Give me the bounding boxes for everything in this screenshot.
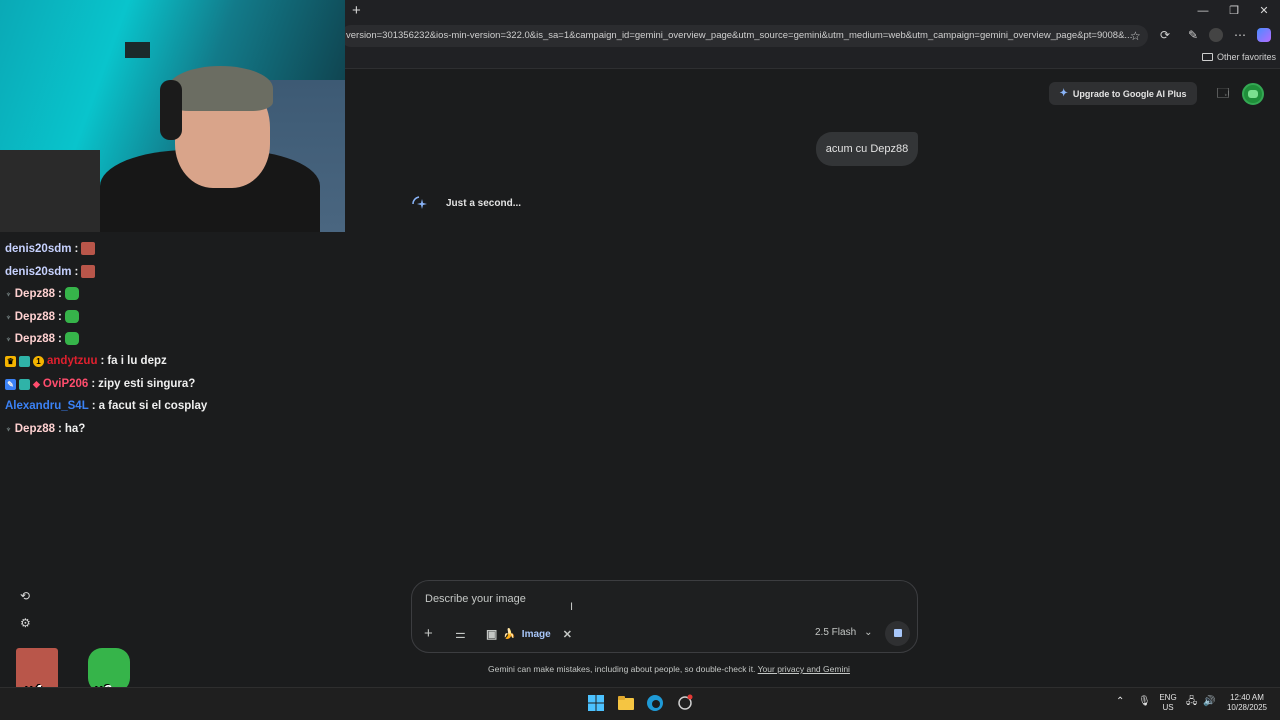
history-icon[interactable]: ⟲: [20, 589, 30, 603]
network-icon[interactable]: 🖧: [1186, 697, 1197, 707]
minimize-button[interactable]: —: [1193, 3, 1213, 19]
chat-username: Depz88: [14, 310, 56, 323]
refresh-icon[interactable]: ⟳: [1158, 28, 1172, 42]
gift-icon[interactable]: 🗔: [1216, 86, 1230, 100]
chat-username: Alexandru_S4L: [5, 400, 89, 412]
remove-chip-icon[interactable]: ✕: [563, 628, 572, 641]
sub-badge-icon: [19, 378, 30, 390]
avatar[interactable]: [1242, 83, 1264, 105]
chat-text: ha?: [64, 423, 86, 435]
text-cursor-icon: I: [570, 601, 574, 613]
number-badge-icon: 1: [33, 355, 44, 367]
extensions-icon[interactable]: ✎: [1186, 28, 1200, 42]
taskbar: [0, 687, 1280, 720]
favorite-star-icon[interactable]: ☆: [1130, 29, 1141, 43]
gemini-loading-icon: [412, 196, 427, 209]
chat-message: ♆ Depz88: ha?: [5, 423, 86, 435]
heart-badge-icon: ◆: [33, 378, 40, 389]
language-label: ENG: [1159, 693, 1177, 702]
screen: + — ❐ ✕ version=301356232&ios-min-versio…: [0, 0, 1280, 720]
add-icon[interactable]: +: [424, 626, 433, 642]
folder-icon: [1202, 53, 1213, 61]
windows-start-icon[interactable]: [587, 694, 605, 712]
edge-browser-icon[interactable]: [646, 694, 664, 712]
badge-icon: ♆: [5, 288, 12, 299]
upgrade-label: Upgrade to Google AI Plus: [1072, 88, 1187, 99]
chat-username: denis20sdm: [5, 265, 72, 278]
profile-icon[interactable]: [1209, 28, 1223, 42]
chat-message: denis20sdm:: [5, 265, 96, 278]
cam-person-cap: [168, 66, 273, 111]
app-gear-icon[interactable]: [676, 694, 694, 712]
chat-username: Depz88: [14, 287, 56, 300]
new-tab-button[interactable]: +: [352, 2, 361, 19]
user-message: acum cu Depz88: [816, 132, 918, 166]
sub-badge-icon: [19, 355, 30, 367]
badge-icon: ♆: [5, 311, 12, 322]
time-label: 12:40 AM: [1230, 693, 1264, 702]
sword-badge-icon: ✎: [5, 378, 16, 390]
settings-icon[interactable]: ⚙: [20, 616, 31, 630]
image-tool-icon: ▣: [486, 627, 498, 641]
emote-icon: [64, 332, 79, 345]
chat-text: a facut si el cosplay: [98, 400, 208, 412]
file-explorer-icon[interactable]: [617, 694, 635, 712]
copilot-icon[interactable]: [1257, 28, 1271, 42]
banana-icon: 🍌: [503, 628, 516, 640]
chat-message: ✎ ◆ OviP206: zipy esti singura?: [5, 378, 195, 390]
url-field[interactable]: version=301356232&ios-min-version=322.0&…: [340, 25, 1148, 47]
sparkle-icon: ✦: [1059, 88, 1068, 99]
image-tool-chip[interactable]: ▣ 🍌 Image ✕: [486, 625, 572, 643]
tray-chevron-icon[interactable]: ⌃: [1116, 697, 1124, 707]
prompt-input[interactable]: Describe your image: [425, 593, 526, 605]
more-menu-icon[interactable]: ⋯: [1233, 28, 1247, 42]
badge-icon: ♆: [5, 424, 12, 434]
crown-badge-icon: ♛: [5, 355, 16, 367]
chat-message: denis20sdm:: [5, 242, 96, 255]
model-label: 2.5 Flash: [815, 627, 857, 638]
clock[interactable]: 12:40 AM 10/28/2025: [1224, 693, 1270, 713]
date-label: 10/28/2025: [1226, 703, 1268, 712]
chat-message: ♆ Depz88:: [5, 332, 79, 345]
disclaimer: Gemini can make mistakes, including abou…: [488, 664, 850, 674]
chat-username: Depz88: [14, 332, 56, 345]
cam-chair: [0, 150, 100, 232]
cam-headset: [160, 80, 182, 140]
other-favorites-label: Other favorites: [1217, 52, 1277, 62]
badge-icon: ♆: [5, 333, 12, 344]
close-button[interactable]: ✕: [1254, 3, 1274, 19]
chat-username: OviP206: [42, 378, 89, 390]
tools-icon[interactable]: ⚌: [455, 626, 466, 642]
image-chip-label: Image: [521, 628, 551, 640]
chat-message: Alexandru_S4L: a facut si el cosplay: [5, 400, 208, 412]
disclaimer-text: Gemini can make mistakes, including abou…: [488, 664, 756, 674]
chat-text: zipy esti singura?: [98, 378, 196, 390]
volume-icon[interactable]: 🔊: [1203, 697, 1215, 707]
emote-icon: [64, 287, 79, 300]
stream-chat: [0, 232, 345, 687]
privacy-link[interactable]: Your privacy and Gemini: [758, 664, 850, 674]
emote-icon: [81, 242, 96, 255]
chat-message: ♛ 1 andytzuu: fa i lu depz: [5, 355, 167, 367]
chevron-down-icon: ⌄: [864, 627, 873, 638]
chat-username: andytzuu: [47, 355, 98, 367]
other-favorites[interactable]: Other favorites: [1202, 52, 1276, 62]
stop-button[interactable]: [885, 621, 910, 646]
emote-icon: [81, 265, 96, 278]
language-indicator[interactable]: ENG US: [1158, 693, 1178, 713]
chat-username: denis20sdm: [5, 242, 72, 255]
chat-message: ♆ Depz88:: [5, 287, 79, 300]
model-selector[interactable]: 2.5 Flash ⌄: [815, 627, 873, 638]
chat-text: fa i lu depz: [107, 355, 167, 367]
webcam-overlay: [0, 0, 345, 232]
cam-shelf: [125, 42, 150, 58]
microphone-icon[interactable]: 🎙: [1138, 697, 1151, 707]
loading-text: Just a second...: [446, 198, 522, 209]
chat-username: Depz88: [14, 423, 56, 435]
chat-message: ♆ Depz88:: [5, 310, 79, 323]
upgrade-button[interactable]: ✦ Upgrade to Google AI Plus: [1049, 82, 1197, 105]
emote-icon: [64, 310, 79, 323]
region-label: US: [1162, 703, 1174, 712]
restore-button[interactable]: ❐: [1224, 3, 1244, 19]
